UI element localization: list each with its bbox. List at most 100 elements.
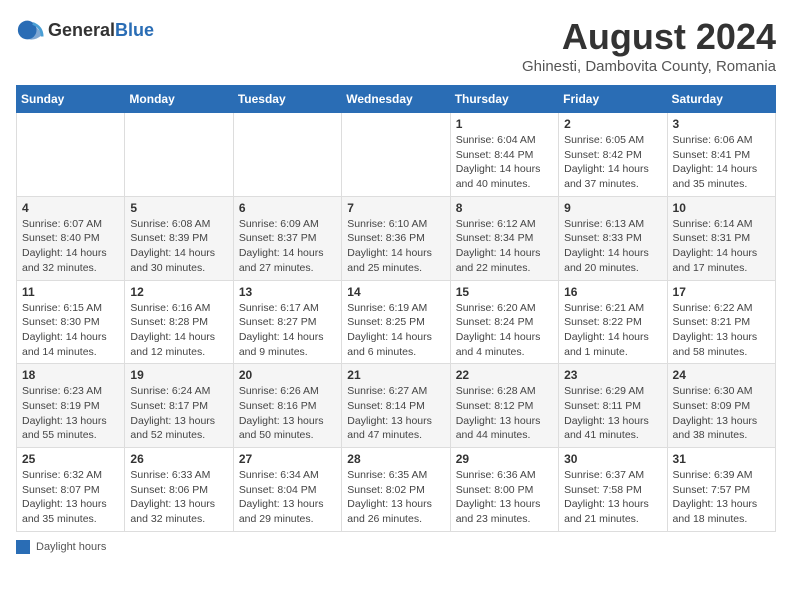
calendar-week-row: 1 Sunrise: 6:04 AM Sunset: 8:44 PM Daylig… [17, 113, 776, 197]
calendar-cell: 5Sunrise: 6:08 AM Sunset: 8:39 PM Daylig… [125, 196, 233, 280]
month-title: August 2024 [522, 16, 776, 58]
calendar-cell: 22 Sunrise: 6:28 AM Sunset: 8:12 PM Dayli… [450, 364, 558, 448]
calendar-header-cell: Wednesday [342, 86, 450, 113]
day-number: 28 [347, 452, 444, 466]
day-info: Sunrise: 6:30 AM Sunset: 8:09 PM Dayligh… [673, 384, 770, 443]
calendar-cell: 14 Sunrise: 6:19 AM Sunset: 8:25 PM Dayli… [342, 280, 450, 364]
location-title: Ghinesti, Dambovita County, Romania [522, 58, 776, 75]
day-number: 22 [456, 368, 553, 382]
day-number: 3 [673, 117, 770, 131]
calendar-cell: 21Sunrise: 6:27 AM Sunset: 8:14 PM Dayli… [342, 364, 450, 448]
day-info: Sunrise: 6:22 AM Sunset: 8:21 PM Dayligh… [673, 301, 770, 360]
day-info: Sunrise: 6:33 AM Sunset: 8:06 PM Dayligh… [130, 468, 227, 527]
calendar-cell: 15 Sunrise: 6:20 AM Sunset: 8:24 PM Dayli… [450, 280, 558, 364]
calendar-cell: 23 Sunrise: 6:29 AM Sunset: 8:11 PM Dayli… [559, 364, 667, 448]
day-number: 12 [130, 285, 227, 299]
day-number: 18 [22, 368, 119, 382]
day-number: 8 [456, 201, 553, 215]
calendar-header-cell: Friday [559, 86, 667, 113]
calendar-cell: 29Sunrise: 6:36 AM Sunset: 8:00 PM Dayli… [450, 448, 558, 532]
calendar-cell: 18 Sunrise: 6:23 AM Sunset: 8:19 PM Dayli… [17, 364, 125, 448]
calendar-cell [17, 113, 125, 197]
calendar-table: SundayMondayTuesdayWednesdayThursdayFrid… [16, 85, 776, 532]
day-number: 27 [239, 452, 336, 466]
day-info: Sunrise: 6:04 AM Sunset: 8:44 PM Dayligh… [456, 133, 553, 192]
calendar-cell: 25Sunrise: 6:32 AM Sunset: 8:07 PM Dayli… [17, 448, 125, 532]
day-number: 15 [456, 285, 553, 299]
calendar-cell: 13Sunrise: 6:17 AM Sunset: 8:27 PM Dayli… [233, 280, 341, 364]
day-info: Sunrise: 6:12 AM Sunset: 8:34 PM Dayligh… [456, 217, 553, 276]
day-info: Sunrise: 6:36 AM Sunset: 8:00 PM Dayligh… [456, 468, 553, 527]
day-info: Sunrise: 6:13 AM Sunset: 8:33 PM Dayligh… [564, 217, 661, 276]
day-info: Sunrise: 6:28 AM Sunset: 8:12 PM Dayligh… [456, 384, 553, 443]
day-info: Sunrise: 6:24 AM Sunset: 8:17 PM Dayligh… [130, 384, 227, 443]
day-number: 14 [347, 285, 444, 299]
day-info: Sunrise: 6:16 AM Sunset: 8:28 PM Dayligh… [130, 301, 227, 360]
calendar-cell [342, 113, 450, 197]
title-area: August 2024 Ghinesti, Dambovita County, … [522, 16, 776, 75]
day-number: 19 [130, 368, 227, 382]
calendar-cell: 16 Sunrise: 6:21 AM Sunset: 8:22 PM Dayli… [559, 280, 667, 364]
day-info: Sunrise: 6:20 AM Sunset: 8:24 PM Dayligh… [456, 301, 553, 360]
day-number: 26 [130, 452, 227, 466]
day-info: Sunrise: 6:29 AM Sunset: 8:11 PM Dayligh… [564, 384, 661, 443]
day-number: 16 [564, 285, 661, 299]
calendar-cell: 27 Sunrise: 6:34 AM Sunset: 8:04 PM Dayli… [233, 448, 341, 532]
day-number: 13 [239, 285, 336, 299]
day-info: Sunrise: 6:39 AM Sunset: 7:57 PM Dayligh… [673, 468, 770, 527]
calendar-cell: 10Sunrise: 6:14 AM Sunset: 8:31 PM Dayli… [667, 196, 775, 280]
calendar-cell: 17 Sunrise: 6:22 AM Sunset: 8:21 PM Dayli… [667, 280, 775, 364]
day-number: 11 [22, 285, 119, 299]
day-info: Sunrise: 6:37 AM Sunset: 7:58 PM Dayligh… [564, 468, 661, 527]
calendar-cell: 9Sunrise: 6:13 AM Sunset: 8:33 PM Daylig… [559, 196, 667, 280]
day-number: 30 [564, 452, 661, 466]
calendar-week-row: 4Sunrise: 6:07 AM Sunset: 8:40 PM Daylig… [17, 196, 776, 280]
day-number: 6 [239, 201, 336, 215]
calendar-header-cell: Thursday [450, 86, 558, 113]
day-info: Sunrise: 6:34 AM Sunset: 8:04 PM Dayligh… [239, 468, 336, 527]
calendar-cell: 1 Sunrise: 6:04 AM Sunset: 8:44 PM Daylig… [450, 113, 558, 197]
calendar-cell [125, 113, 233, 197]
calendar-week-row: 11Sunrise: 6:15 AM Sunset: 8:30 PM Dayli… [17, 280, 776, 364]
day-info: Sunrise: 6:27 AM Sunset: 8:14 PM Dayligh… [347, 384, 444, 443]
header: GeneralBlue August 2024 Ghinesti, Dambov… [16, 16, 776, 75]
calendar-header-row: SundayMondayTuesdayWednesdayThursdayFrid… [17, 86, 776, 113]
day-info: Sunrise: 6:26 AM Sunset: 8:16 PM Dayligh… [239, 384, 336, 443]
day-number: 1 [456, 117, 553, 131]
logo-text-blue: Blue [115, 20, 154, 40]
day-number: 17 [673, 285, 770, 299]
day-info: Sunrise: 6:10 AM Sunset: 8:36 PM Dayligh… [347, 217, 444, 276]
logo-text-general: General [48, 20, 115, 40]
calendar-cell: 11Sunrise: 6:15 AM Sunset: 8:30 PM Dayli… [17, 280, 125, 364]
calendar-cell: 12 Sunrise: 6:16 AM Sunset: 8:28 PM Dayli… [125, 280, 233, 364]
day-number: 25 [22, 452, 119, 466]
legend-box-icon [16, 540, 30, 554]
calendar-cell: 3 Sunrise: 6:06 AM Sunset: 8:41 PM Daylig… [667, 113, 775, 197]
calendar-header-cell: Tuesday [233, 86, 341, 113]
calendar-header-cell: Monday [125, 86, 233, 113]
day-number: 23 [564, 368, 661, 382]
calendar-cell: 2 Sunrise: 6:05 AM Sunset: 8:42 PM Daylig… [559, 113, 667, 197]
legend-label: Daylight hours [36, 541, 106, 553]
day-number: 2 [564, 117, 661, 131]
day-info: Sunrise: 6:35 AM Sunset: 8:02 PM Dayligh… [347, 468, 444, 527]
calendar-body: 1 Sunrise: 6:04 AM Sunset: 8:44 PM Daylig… [17, 113, 776, 532]
calendar-cell [233, 113, 341, 197]
day-info: Sunrise: 6:05 AM Sunset: 8:42 PM Dayligh… [564, 133, 661, 192]
calendar-header-cell: Saturday [667, 86, 775, 113]
calendar-cell: 28 Sunrise: 6:35 AM Sunset: 8:02 PM Dayli… [342, 448, 450, 532]
day-info: Sunrise: 6:14 AM Sunset: 8:31 PM Dayligh… [673, 217, 770, 276]
footer: Daylight hours [16, 540, 776, 554]
day-info: Sunrise: 6:23 AM Sunset: 8:19 PM Dayligh… [22, 384, 119, 443]
calendar-cell: 24Sunrise: 6:30 AM Sunset: 8:09 PM Dayli… [667, 364, 775, 448]
calendar-week-row: 18 Sunrise: 6:23 AM Sunset: 8:19 PM Dayli… [17, 364, 776, 448]
calendar-cell: 7Sunrise: 6:10 AM Sunset: 8:36 PM Daylig… [342, 196, 450, 280]
calendar-cell: 6Sunrise: 6:09 AM Sunset: 8:37 PM Daylig… [233, 196, 341, 280]
day-info: Sunrise: 6:06 AM Sunset: 8:41 PM Dayligh… [673, 133, 770, 192]
day-info: Sunrise: 6:21 AM Sunset: 8:22 PM Dayligh… [564, 301, 661, 360]
calendar-cell: 30 Sunrise: 6:37 AM Sunset: 7:58 PM Dayli… [559, 448, 667, 532]
logo: GeneralBlue [16, 16, 154, 44]
day-number: 4 [22, 201, 119, 215]
calendar-cell: 26 Sunrise: 6:33 AM Sunset: 8:06 PM Dayli… [125, 448, 233, 532]
day-info: Sunrise: 6:19 AM Sunset: 8:25 PM Dayligh… [347, 301, 444, 360]
